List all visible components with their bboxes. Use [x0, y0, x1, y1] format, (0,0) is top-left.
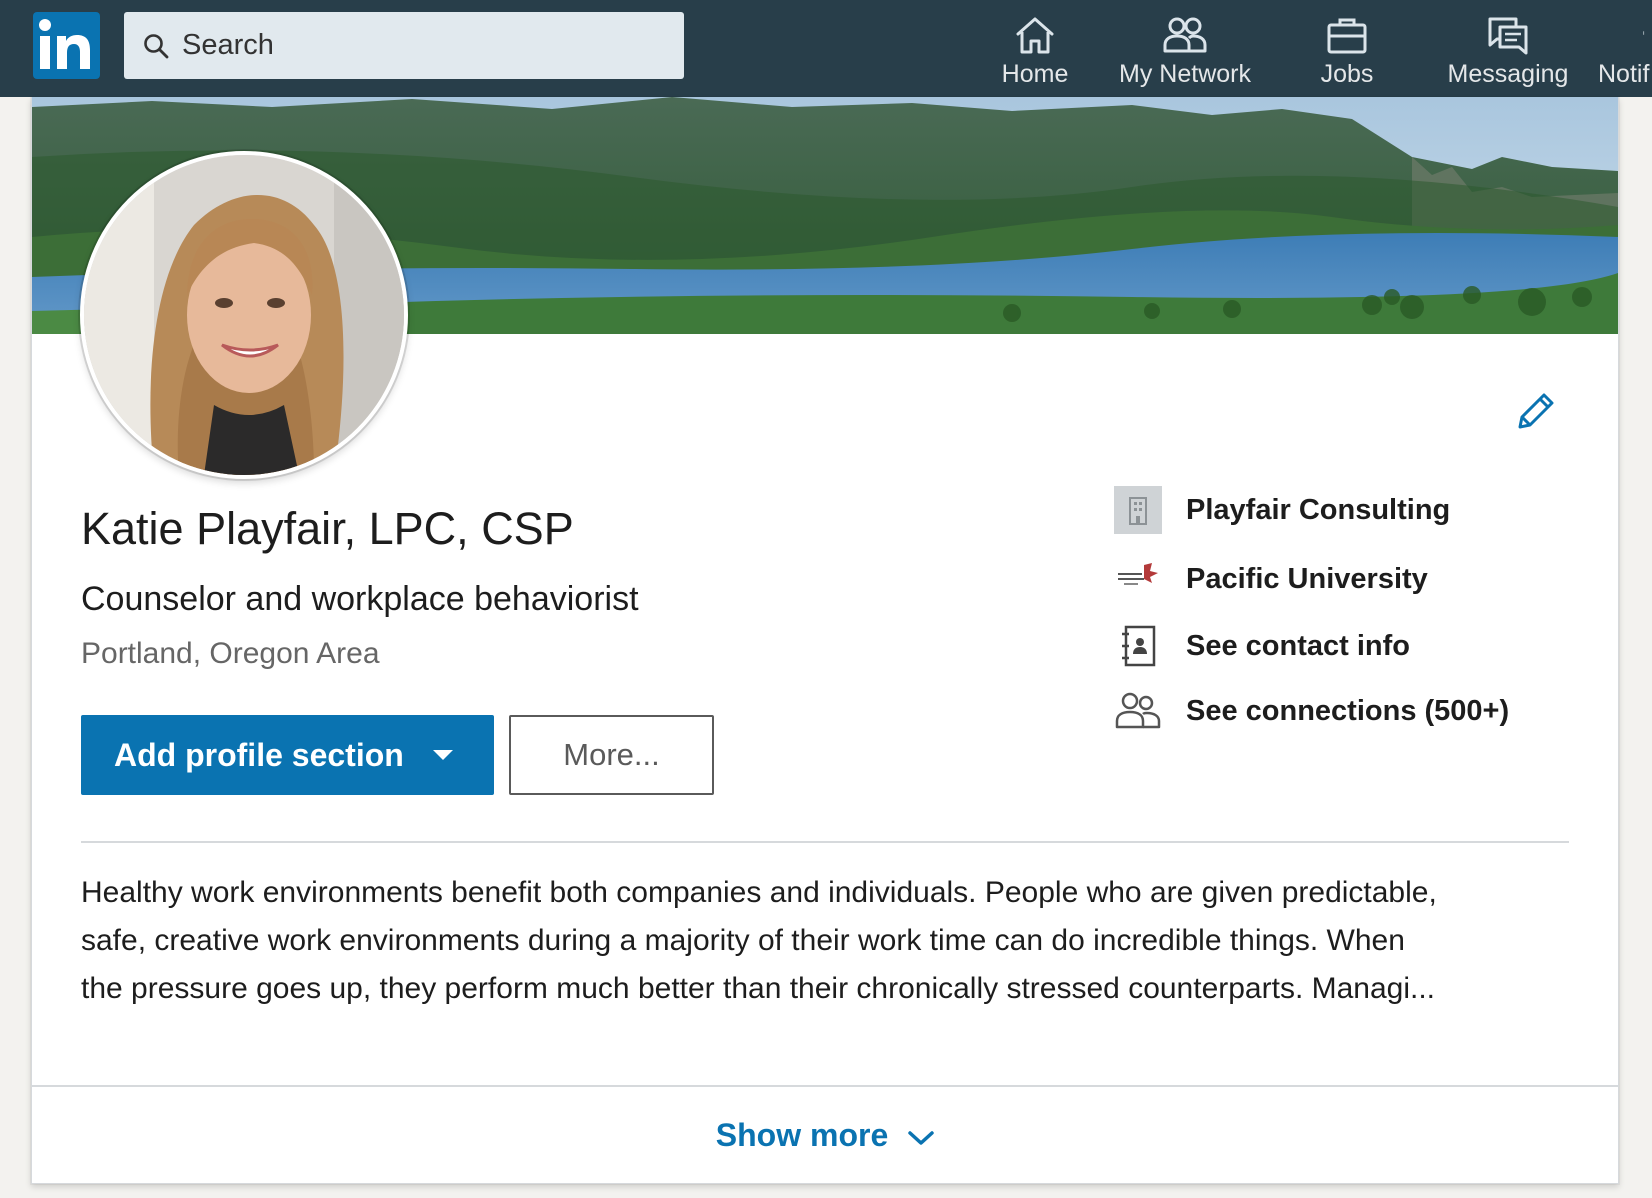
- connections-link[interactable]: See connections (500+): [1113, 683, 1509, 739]
- search-bar[interactable]: [124, 12, 684, 79]
- contact-book-icon: [1113, 621, 1163, 671]
- summary-line: safe, creative work environments during …: [81, 924, 1405, 957]
- nav-my-network[interactable]: My Network: [1113, 14, 1257, 90]
- search-input[interactable]: [180, 28, 664, 63]
- education-label: Pacific University: [1186, 562, 1428, 595]
- profile-card: Katie Playfair, LPC, CSP Counselor and w…: [31, 97, 1619, 1184]
- search-icon: [144, 33, 169, 58]
- summary-line: the pressure goes up, they perform much …: [81, 972, 1436, 1005]
- education-link[interactable]: Pacific University: [1113, 551, 1428, 607]
- linkedin-logo-icon: [39, 19, 90, 69]
- show-more-button[interactable]: Show more: [32, 1087, 1618, 1183]
- summary-line: Healthy work environments benefit both c…: [81, 876, 1437, 909]
- show-more-label: Show more: [715, 1116, 889, 1153]
- current-company-link[interactable]: Playfair Consulting: [1113, 482, 1450, 538]
- company-building-icon: [1113, 485, 1163, 535]
- profile-name: Katie Playfair, LPC, CSP: [81, 503, 574, 554]
- caret-down-icon: [432, 750, 453, 760]
- linkedin-logo[interactable]: [33, 12, 100, 79]
- profile-photo[interactable]: [80, 151, 408, 479]
- university-logo-icon: [1113, 554, 1163, 604]
- add-profile-section-button[interactable]: Add profile section: [81, 715, 494, 795]
- nav-jobs[interactable]: Jobs: [1302, 14, 1392, 90]
- nav-home[interactable]: Home: [986, 14, 1084, 90]
- contact-info-link[interactable]: See contact info: [1113, 618, 1410, 674]
- current-company-label: Playfair Consulting: [1186, 493, 1451, 526]
- connections-label: See connections (500+): [1186, 694, 1510, 727]
- connections-icon: [1113, 686, 1163, 736]
- add-profile-section-label: Add profile section: [114, 736, 404, 773]
- nav-messaging[interactable]: Messaging: [1446, 14, 1570, 90]
- more-actions-button[interactable]: More...: [509, 715, 714, 795]
- bell-icon: [1643, 31, 1645, 35]
- contact-info-label: See contact info: [1186, 629, 1410, 662]
- briefcase-icon: [1327, 18, 1367, 54]
- nav-messaging-label: Messaging: [1447, 60, 1569, 88]
- profile-location: Portland, Oregon Area: [81, 637, 380, 670]
- profile-summary: Healthy work environments benefit both c…: [81, 869, 1581, 1013]
- network-icon: [1163, 17, 1207, 53]
- profile-photo-image: [84, 155, 404, 475]
- nav-home-label: Home: [1001, 60, 1069, 88]
- profile-headline: Counselor and workplace behaviorist: [81, 580, 639, 618]
- section-divider: [81, 841, 1569, 843]
- home-icon: [1016, 17, 1054, 54]
- nav-notifications-label: Notif: [1598, 60, 1650, 88]
- nav-jobs-label: Jobs: [1320, 60, 1374, 88]
- nav-my-network-label: My Network: [1119, 60, 1251, 88]
- messaging-icon: [1488, 17, 1528, 55]
- edit-intro-pencil-icon[interactable]: [1512, 389, 1558, 435]
- top-navigation-bar: Home My Network Jobs Messaging N: [0, 0, 1652, 97]
- nav-notifications[interactable]: Notif: [1598, 14, 1652, 90]
- chevron-down-icon: [908, 1131, 934, 1145]
